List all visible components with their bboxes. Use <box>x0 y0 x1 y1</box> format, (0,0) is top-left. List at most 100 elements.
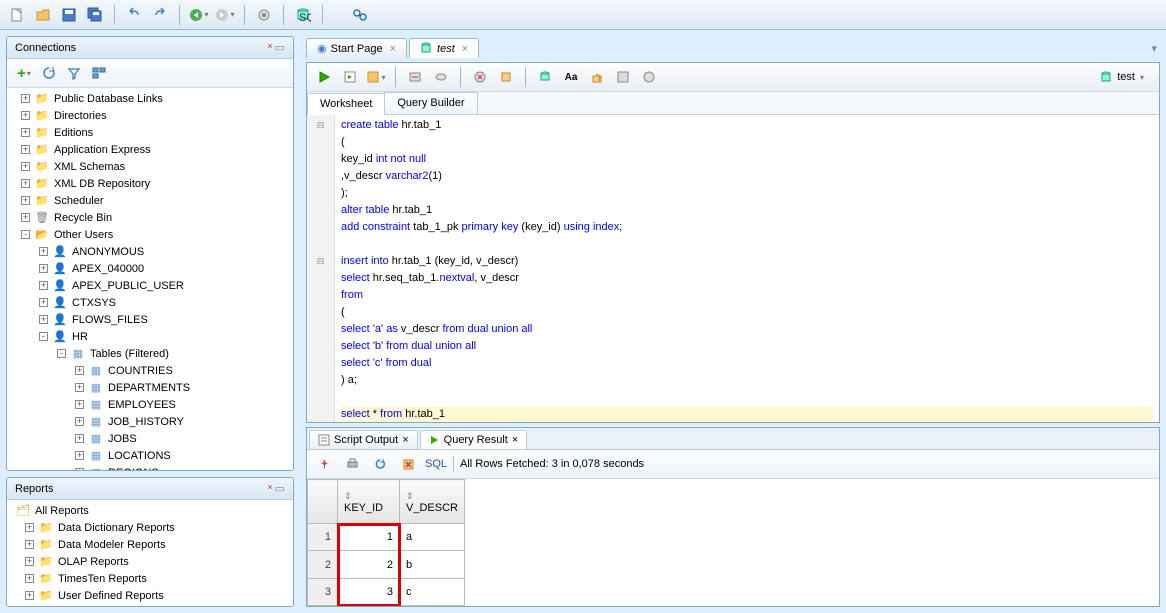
column-header[interactable]: ⇕ KEY_ID <box>338 480 400 524</box>
close-icon[interactable]: × <box>462 43 468 55</box>
run-icon[interactable] <box>313 66 335 88</box>
tree-item[interactable]: +📁Editions <box>9 124 291 141</box>
results-grid[interactable]: ⇕ KEY_ID⇕ V_DESCR11a22b33c <box>307 479 465 606</box>
minimize-icon[interactable]: × <box>267 41 272 54</box>
clear-icon[interactable] <box>586 66 608 88</box>
tree-item[interactable]: +📁Directories <box>9 107 291 124</box>
expand-icon[interactable]: + <box>75 366 84 375</box>
tab-test[interactable]: test × <box>409 38 479 58</box>
expand-icon[interactable]: + <box>75 383 84 392</box>
tree-item[interactable]: +🗑Recycle Bin <box>9 209 291 226</box>
tree-item[interactable]: -📂Other Users <box>9 226 291 243</box>
nav-back-icon[interactable]: ▾ <box>188 4 210 26</box>
table-row[interactable]: 22b <box>308 551 465 578</box>
tab-start-page[interactable]: ◉ Start Page × <box>306 38 407 58</box>
tree-item[interactable]: +▦EMPLOYEES <box>9 396 291 413</box>
expand-icon[interactable]: + <box>75 417 84 426</box>
expand-icon[interactable]: + <box>39 315 48 324</box>
tree-item[interactable]: -👤HR <box>9 328 291 345</box>
refresh-results-icon[interactable] <box>369 453 391 475</box>
expand-icon[interactable]: + <box>21 111 30 120</box>
rollback-icon[interactable] <box>469 66 491 88</box>
expand-icon[interactable]: + <box>75 468 84 470</box>
close-icon[interactable]: × <box>402 434 408 446</box>
reports-tree[interactable]: 🗂All Reports+📁Data Dictionary Reports+📁D… <box>7 500 293 606</box>
expand-icon[interactable]: + <box>25 574 34 583</box>
connection-selector[interactable]: test ▾ <box>1091 66 1153 88</box>
tree-item[interactable]: +👤CTXSYS <box>9 294 291 311</box>
print-icon[interactable] <box>341 453 363 475</box>
new-connection-icon[interactable]: +▾ <box>13 62 35 84</box>
expand-icon[interactable]: + <box>21 196 30 205</box>
table-row[interactable]: 11a <box>308 524 465 551</box>
tree-item[interactable]: +▦COUNTRIES <box>9 362 291 379</box>
expand-icon[interactable]: - <box>21 230 30 239</box>
undo-icon[interactable] <box>123 4 145 26</box>
subtab-worksheet[interactable]: Worksheet <box>307 93 385 115</box>
expand-icon[interactable]: + <box>21 162 30 171</box>
find-icon[interactable] <box>349 4 371 26</box>
tree-item[interactable]: +👤APEX_040000 <box>9 260 291 277</box>
tree-item[interactable]: +📁XML Schemas <box>9 158 291 175</box>
code-editor[interactable]: ⊟⊟ create table hr.tab_1(key_id int not … <box>307 115 1159 422</box>
expand-icon[interactable]: + <box>39 281 48 290</box>
tab-script-output[interactable]: Script Output × <box>309 430 418 449</box>
tree-item[interactable]: +📁Data Modeler Reports <box>9 536 291 553</box>
layout-conn-icon[interactable] <box>88 62 110 84</box>
close-icon[interactable]: × <box>512 434 518 446</box>
refresh-conn-icon[interactable] <box>38 62 60 84</box>
expand-icon[interactable]: + <box>25 557 34 566</box>
tool-a-icon[interactable] <box>612 66 634 88</box>
tree-item[interactable]: +📁Data Dictionary Reports <box>9 519 291 536</box>
minimize-icon[interactable]: × <box>267 482 272 495</box>
tree-item[interactable]: +👤ANONYMOUS <box>9 243 291 260</box>
expand-icon[interactable]: + <box>21 128 30 137</box>
tree-item[interactable]: 🗂All Reports <box>9 502 291 519</box>
expand-icon[interactable]: + <box>39 298 48 307</box>
expand-icon[interactable]: - <box>57 349 66 358</box>
expand-icon[interactable]: - <box>39 332 48 341</box>
table-row[interactable]: 33c <box>308 578 465 605</box>
tabs-overflow-icon[interactable]: ▾ <box>1148 39 1160 58</box>
tree-item[interactable]: +▦DEPARTMENTS <box>9 379 291 396</box>
run-script-icon[interactable] <box>339 66 361 88</box>
subtab-query-builder[interactable]: Query Builder <box>384 92 477 114</box>
expand-icon[interactable]: + <box>21 94 30 103</box>
tree-item[interactable]: +📁User Defined Reports <box>9 587 291 604</box>
expand-icon[interactable]: + <box>39 264 48 273</box>
cancel-icon[interactable] <box>397 453 419 475</box>
sql-history-icon[interactable] <box>534 66 556 88</box>
expand-icon[interactable]: + <box>21 145 30 154</box>
collapse-icon[interactable]: ▭ <box>275 41 285 54</box>
expand-icon[interactable]: + <box>21 213 30 222</box>
tree-item[interactable]: +▦JOBS <box>9 430 291 447</box>
uppercase-icon[interactable]: Aa <box>560 66 582 88</box>
tree-item[interactable]: +👤APEX_PUBLIC_USER <box>9 277 291 294</box>
tree-item[interactable]: +📁TimesTen Reports <box>9 570 291 587</box>
tree-item[interactable]: +▦REGIONS <box>9 464 291 470</box>
autotrace-icon[interactable] <box>404 66 426 88</box>
pin-icon[interactable] <box>313 453 335 475</box>
tab-query-result[interactable]: Query Result × <box>420 430 528 449</box>
save-icon[interactable] <box>58 4 80 26</box>
new-file-icon[interactable] <box>6 4 28 26</box>
tree-item[interactable]: +📁Public Database Links <box>9 90 291 107</box>
tree-item[interactable]: +▦LOCATIONS <box>9 447 291 464</box>
collapse-icon[interactable]: ▭ <box>275 482 285 495</box>
explain-plan-icon[interactable]: ▾ <box>365 66 387 88</box>
save-all-icon[interactable] <box>84 4 106 26</box>
filter-conn-icon[interactable] <box>63 62 85 84</box>
sql-link[interactable]: SQL <box>425 458 447 470</box>
tree-item[interactable]: +📁Scheduler <box>9 192 291 209</box>
expand-icon[interactable]: + <box>25 540 34 549</box>
expand-icon[interactable]: + <box>75 400 84 409</box>
expand-icon[interactable]: + <box>75 434 84 443</box>
open-file-icon[interactable] <box>32 4 54 26</box>
redo-icon[interactable] <box>149 4 171 26</box>
expand-icon[interactable]: + <box>39 247 48 256</box>
tree-item[interactable]: +📁Application Express <box>9 141 291 158</box>
sql-icon[interactable]: SQL <box>292 4 314 26</box>
tree-item[interactable]: +▦JOB_HISTORY <box>9 413 291 430</box>
tree-item[interactable]: +📁XML DB Repository <box>9 175 291 192</box>
tool-b-icon[interactable] <box>638 66 660 88</box>
